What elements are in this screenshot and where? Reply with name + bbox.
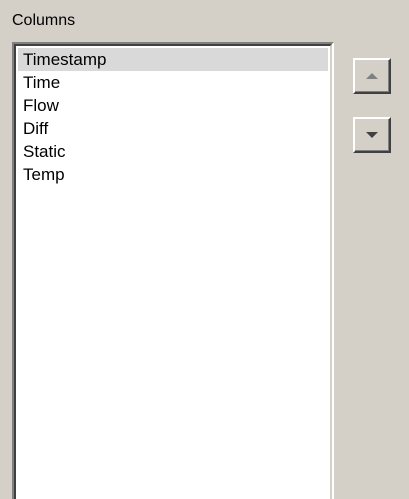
move-down-button[interactable] [353, 117, 391, 153]
list-item-flow[interactable]: Flow [18, 94, 328, 117]
arrow-up-icon [366, 73, 378, 79]
list-item-diff[interactable]: Diff [18, 117, 328, 140]
columns-label: Columns [12, 12, 76, 29]
list-item-time[interactable]: Time [18, 71, 328, 94]
columns-listbox[interactable]: Timestamp Time Flow Diff Static Temp [12, 42, 334, 499]
arrow-down-icon [366, 132, 378, 138]
columns-listbox-client: Timestamp Time Flow Diff Static Temp [14, 44, 332, 499]
move-up-button[interactable] [353, 58, 391, 94]
columns-list: Timestamp Time Flow Diff Static Temp [18, 48, 328, 186]
list-item-timestamp[interactable]: Timestamp [18, 48, 328, 71]
list-item-temp[interactable]: Temp [18, 163, 328, 186]
list-item-static[interactable]: Static [18, 140, 328, 163]
columns-panel: Columns Timestamp Time Flow Diff Static … [0, 0, 409, 499]
